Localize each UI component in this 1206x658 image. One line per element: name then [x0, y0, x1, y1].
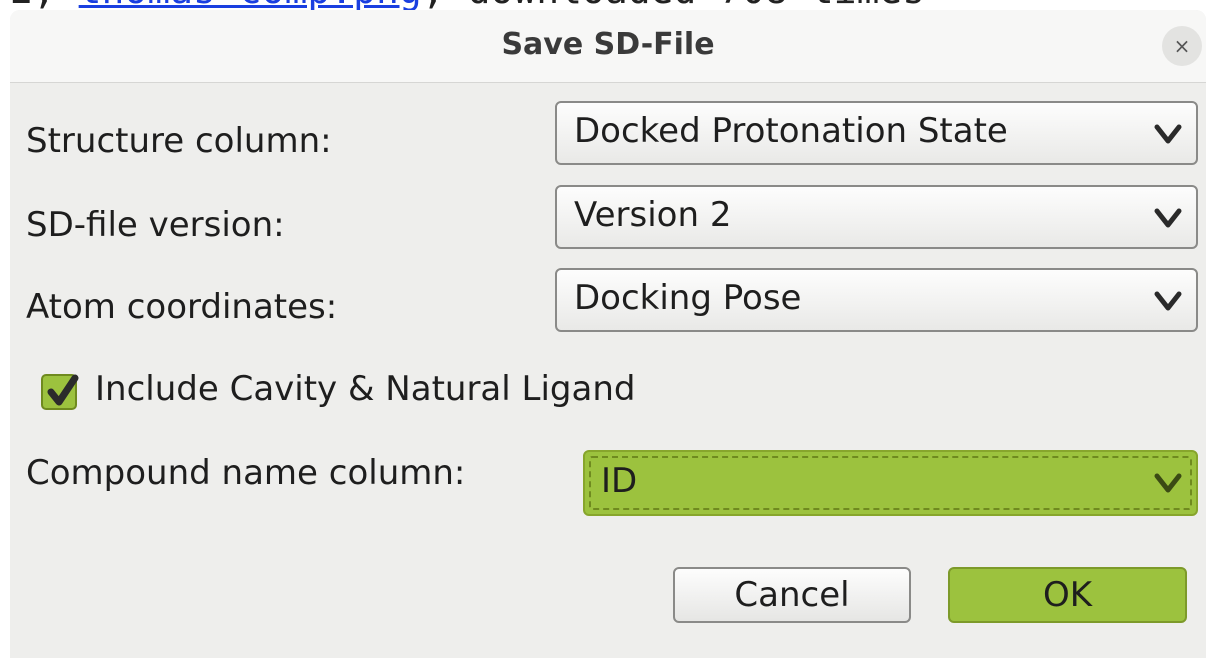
include-cavity-checkbox[interactable]: [41, 374, 79, 410]
close-icon[interactable]: ×: [1162, 26, 1202, 66]
compound-name-column-label: Compound name column:: [26, 453, 466, 493]
background-download-line: 2, thomas_comp.png, downloaded 708 times: [10, 0, 925, 10]
chevron-down-icon: [1154, 473, 1182, 493]
focus-ring: [589, 456, 1192, 510]
structure-column-dropdown[interactable]: Docked Protonation State: [555, 101, 1198, 165]
include-cavity-label[interactable]: Include Cavity & Natural Ligand: [95, 369, 635, 409]
atom-coordinates-value: Docking Pose: [574, 278, 802, 318]
ok-button[interactable]: OK: [948, 567, 1187, 623]
chevron-down-icon: [1154, 208, 1182, 228]
atom-coordinates-dropdown[interactable]: Docking Pose: [555, 268, 1198, 332]
compound-name-column-dropdown[interactable]: ID: [583, 450, 1198, 516]
structure-column-value: Docked Protonation State: [574, 111, 1008, 151]
chevron-down-icon: [1154, 124, 1182, 144]
background-text-prefix: 2,: [10, 0, 79, 10]
chevron-down-icon: [1154, 291, 1182, 311]
sdfile-version-dropdown[interactable]: Version 2: [555, 185, 1198, 249]
sdfile-version-label: SD-file version:: [26, 205, 285, 245]
structure-column-label: Structure column:: [26, 121, 332, 161]
dialog-title: Save SD-File: [501, 27, 715, 62]
dialog-titlebar: Save SD-File ×: [10, 10, 1206, 83]
save-sd-file-dialog: Save SD-File × Structure column: Docked …: [10, 10, 1206, 658]
check-icon: [47, 374, 79, 406]
sdfile-version-value: Version 2: [574, 195, 732, 235]
atom-coordinates-label: Atom coordinates:: [26, 287, 338, 327]
background-page: 2, thomas_comp.png, downloaded 708 times: [0, 0, 1206, 10]
background-text-suffix: , downloaded 708 times: [422, 0, 925, 10]
compound-name-column-value: ID: [601, 461, 638, 501]
cancel-button[interactable]: Cancel: [673, 567, 911, 623]
background-file-link[interactable]: thomas_comp.png: [79, 0, 422, 10]
